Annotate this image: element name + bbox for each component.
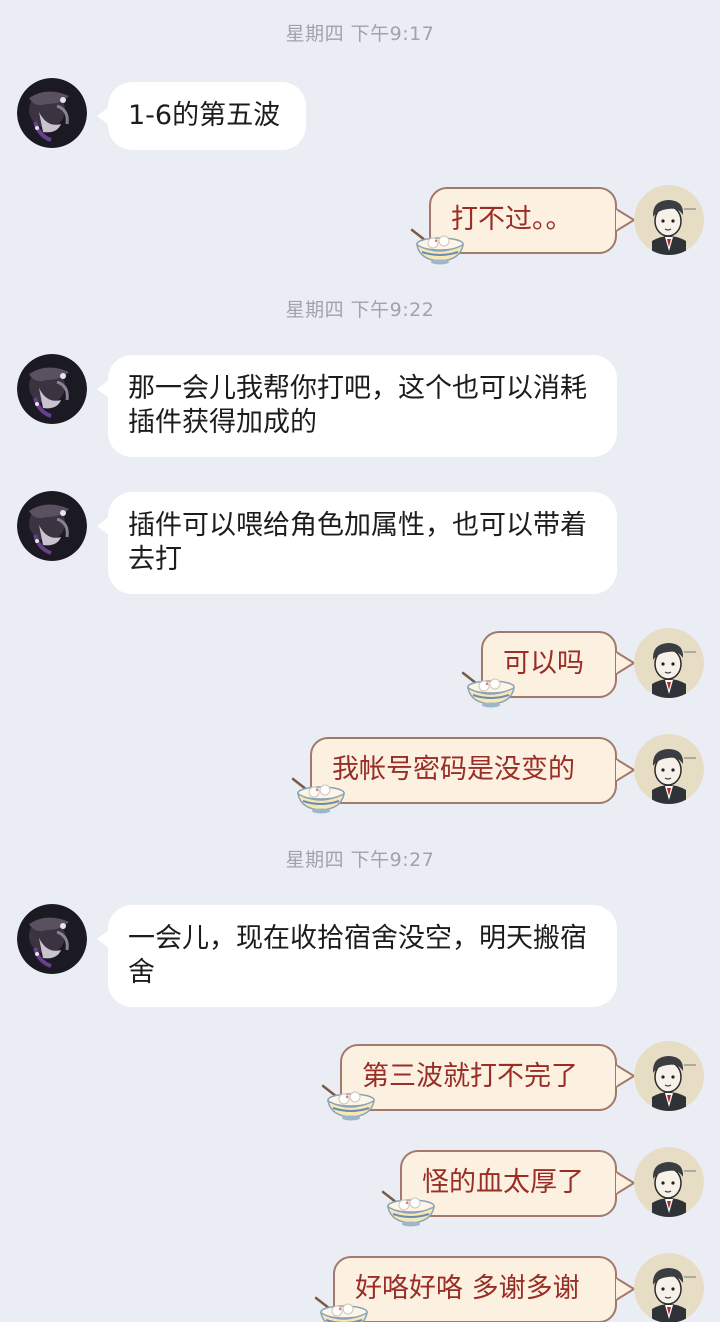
- rice-bowl-icon: [321, 1078, 377, 1122]
- cartoon-man-avatar-icon: [634, 628, 704, 698]
- rice-bowl-icon: [314, 1290, 370, 1322]
- rice-bowl-icon: [461, 665, 517, 709]
- message-bubble-incoming[interactable]: 插件可以喂给角色加属性，也可以带着去打: [97, 492, 617, 594]
- bubble-tail-icon: [616, 1063, 636, 1089]
- rice-bowl-icon: [410, 222, 466, 266]
- rice-bowl-icon: [381, 1184, 437, 1228]
- my-avatar[interactable]: [634, 628, 704, 698]
- my-avatar[interactable]: [634, 734, 704, 804]
- contact-avatar[interactable]: [17, 904, 87, 974]
- message-text: 我帐号密码是没变的: [332, 754, 575, 785]
- bubble-tail-icon: [616, 1276, 636, 1302]
- cartoon-man-avatar-icon: [634, 1253, 704, 1322]
- dark-anime-avatar-icon: [17, 491, 87, 561]
- dark-anime-avatar-icon: [17, 78, 87, 148]
- message-bubble-outgoing[interactable]: 第三波就打不完了: [340, 1044, 617, 1111]
- timestamp: 星期四 下午9:22: [285, 299, 435, 321]
- message-text: 那一会儿我帮你打吧，这个也可以消耗插件获得加成的: [128, 373, 587, 438]
- timestamp: 星期四 下午9:27: [285, 849, 435, 871]
- rice-bowl-icon: [291, 771, 347, 815]
- contact-avatar[interactable]: [17, 78, 87, 148]
- message-text: 第三波就打不完了: [362, 1061, 578, 1092]
- my-avatar[interactable]: [634, 1253, 704, 1322]
- bubble-tail-icon: [616, 757, 636, 783]
- message-bubble-incoming[interactable]: 一会儿，现在收拾宿舍没空，明天搬宿舍: [97, 905, 617, 1007]
- contact-avatar[interactable]: [17, 491, 87, 561]
- bubble-tail-icon: [616, 650, 636, 676]
- bubble-tail-icon: [616, 207, 636, 233]
- my-avatar[interactable]: [634, 1041, 704, 1111]
- message-text: 好咯好咯 多谢多谢: [355, 1273, 580, 1304]
- cartoon-man-avatar-icon: [634, 185, 704, 255]
- message-bubble-incoming[interactable]: 1-6的第五波: [97, 82, 306, 150]
- cartoon-man-avatar-icon: [634, 734, 704, 804]
- cartoon-man-avatar-icon: [634, 1041, 704, 1111]
- message-bubble-outgoing[interactable]: 我帐号密码是没变的: [310, 737, 617, 804]
- message-text: 打不过。。: [451, 204, 573, 235]
- dark-anime-avatar-icon: [17, 354, 87, 424]
- my-avatar[interactable]: [634, 1147, 704, 1217]
- message-bubble-incoming[interactable]: 那一会儿我帮你打吧，这个也可以消耗插件获得加成的: [97, 355, 617, 457]
- message-text: 1-6的第五波: [128, 100, 281, 131]
- contact-avatar[interactable]: [17, 354, 87, 424]
- message-text: 怪的血太厚了: [422, 1167, 584, 1198]
- message-bubble-outgoing[interactable]: 好咯好咯 多谢多谢: [333, 1256, 617, 1322]
- message-text: 一会儿，现在收拾宿舍没空，明天搬宿舍: [128, 923, 587, 988]
- cartoon-man-avatar-icon: [634, 1147, 704, 1217]
- bubble-tail-icon: [616, 1170, 636, 1196]
- message-text: 插件可以喂给角色加属性，也可以带着去打: [128, 510, 587, 575]
- chat-screen[interactable]: 星期四 下午9:17 1-6的第五波 打不过。。 星期四 下午9:22 那一会儿…: [0, 0, 720, 1322]
- dark-anime-avatar-icon: [17, 904, 87, 974]
- my-avatar[interactable]: [634, 185, 704, 255]
- timestamp: 星期四 下午9:17: [285, 23, 435, 45]
